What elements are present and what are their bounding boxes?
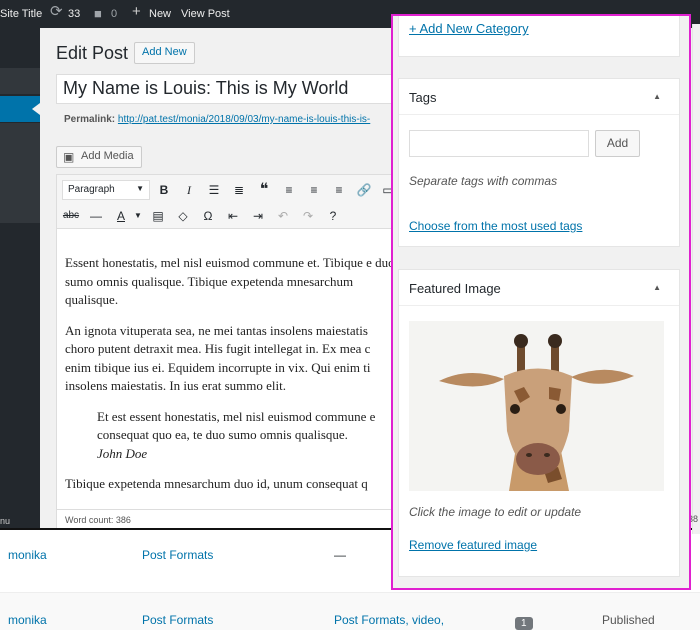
site-title-link[interactable]: Site Title	[0, 7, 42, 21]
align-center-icon[interactable]: ≡	[305, 181, 323, 199]
post-status: Published	[602, 613, 655, 627]
tags-title: Tags	[409, 90, 437, 105]
remove-featured-image-link[interactable]: Remove featured image	[409, 538, 537, 552]
post-editor: Paragraph ▼ B I ☰ ≣ ❝ ≡ ≡ ≡ 🔗 ▭ abc — A …	[56, 174, 401, 529]
tags-header[interactable]: Tags ▲	[399, 79, 679, 115]
add-media-label: Add Media	[81, 150, 134, 162]
editor-content[interactable]: Essent honestatis, mel nisl euismod comm…	[65, 254, 395, 506]
strikethrough-icon[interactable]: abc	[62, 207, 80, 225]
collapse-arrow-icon[interactable]: ▲	[653, 283, 661, 292]
author-link[interactable]: monika	[8, 548, 47, 562]
quote-text: Et est essent honestatis, mel nisl euism…	[97, 408, 376, 443]
category-link[interactable]: Post Formats	[142, 548, 213, 562]
updates-icon[interactable]: ⟳	[50, 4, 63, 19]
clear-formatting-icon[interactable]: ◇	[174, 207, 192, 225]
bullet-list-icon[interactable]: ☰	[205, 181, 223, 199]
tags-box: Tags ▲ Add Separate tags with commas Cho…	[398, 78, 680, 247]
format-value: Paragraph	[68, 184, 115, 195]
new-menu[interactable]: New	[149, 7, 171, 21]
active-pointer	[32, 103, 40, 115]
comment-count: 1	[515, 617, 533, 630]
media-icon: ▣	[63, 150, 75, 164]
quote-author: John Doe	[97, 445, 148, 461]
featured-image-title: Featured Image	[409, 281, 501, 296]
sidebar-metaboxes: + Add New Category Tags ▲ Add Separate t…	[391, 14, 691, 590]
align-right-icon[interactable]: ≡	[330, 181, 348, 199]
permalink: Permalink: http://pat.test/monia/2018/09…	[64, 114, 394, 125]
featured-image-header[interactable]: Featured Image ▲	[399, 270, 679, 306]
align-left-icon[interactable]: ≡	[280, 181, 298, 199]
text-color-icon[interactable]: A	[112, 207, 130, 225]
italic-icon[interactable]: I	[180, 181, 198, 199]
sidebar-submenu	[0, 123, 40, 223]
paragraph-3: Tibique expetenda mnesarchum duo id, unu…	[65, 476, 368, 491]
tags-links[interactable]: Post Formats, video,	[334, 613, 444, 627]
collapse-menu-label[interactable]: nu	[0, 516, 10, 526]
featured-image-hint: Click the image to edit or update	[409, 505, 582, 519]
permalink-label: Permalink:	[64, 114, 116, 125]
paragraph-1: Essent honestatis, mel nisl euismod comm…	[65, 255, 395, 307]
add-tag-button[interactable]: Add	[595, 130, 640, 157]
featured-image-thumbnail[interactable]	[409, 321, 664, 491]
horizontal-line-icon[interactable]: —	[87, 207, 105, 225]
link-icon[interactable]: 🔗	[355, 181, 373, 199]
add-new-button[interactable]: Add New	[134, 42, 195, 64]
categories-box: + Add New Category	[398, 16, 680, 57]
chevron-down-icon: ▼	[136, 184, 144, 193]
add-new-category-link[interactable]: + Add New Category	[409, 21, 529, 36]
comments-icon[interactable]: ■	[94, 7, 102, 21]
blockquote: Et est essent honestatis, mel nisl euism…	[97, 408, 395, 464]
page-title: Edit Post	[56, 43, 129, 63]
plus-icon[interactable]: +	[132, 4, 141, 19]
bold-icon[interactable]: B	[155, 181, 173, 199]
add-media-button[interactable]: ▣ Add Media	[56, 146, 142, 168]
view-post-link[interactable]: View Post	[181, 7, 230, 21]
author-link[interactable]: monika	[8, 613, 47, 627]
page-edge	[692, 24, 700, 534]
tags-cell: —	[334, 548, 346, 562]
category-link[interactable]: Post Formats	[142, 613, 213, 627]
paste-text-icon[interactable]: ▤	[149, 207, 167, 225]
undo-icon[interactable]: ↶	[274, 207, 292, 225]
editor-footer-divider	[57, 509, 400, 510]
editor-toolbar: Paragraph ▼ B I ☰ ≣ ❝ ≡ ≡ ≡ 🔗 ▭ abc — A …	[57, 175, 400, 229]
special-character-icon[interactable]: Ω	[199, 207, 217, 225]
blockquote-icon[interactable]: ❝	[255, 181, 273, 199]
giraffe-image	[409, 321, 664, 491]
outdent-icon[interactable]: ⇤	[224, 207, 242, 225]
sidebar-item[interactable]	[0, 68, 40, 94]
table-row: monika Post Formats Post Formats, video,…	[0, 592, 700, 630]
comment-count-badge[interactable]: 1	[515, 615, 533, 630]
format-select[interactable]: Paragraph ▼	[62, 180, 150, 200]
indent-icon[interactable]: ⇥	[249, 207, 267, 225]
choose-tags-link[interactable]: Choose from the most used tags	[409, 219, 582, 233]
tag-input[interactable]	[409, 130, 589, 157]
paragraph-2: An ignota vituperata sea, ne mei tantas …	[65, 322, 371, 394]
redo-icon[interactable]: ↷	[299, 207, 317, 225]
tags-hint: Separate tags with commas	[409, 174, 558, 188]
numbered-list-icon[interactable]: ≣	[230, 181, 248, 199]
updates-count[interactable]: 33	[68, 7, 80, 21]
help-icon[interactable]: ?	[324, 207, 342, 225]
comments-count[interactable]: 0	[111, 7, 117, 21]
word-count: Word count: 386	[65, 515, 131, 525]
admin-sidebar: nu	[0, 28, 40, 528]
featured-image-box: Featured Image ▲ Click the image to edit…	[398, 269, 680, 577]
post-title-input[interactable]: My Name is Louis: This is My World	[56, 74, 401, 104]
collapse-arrow-icon[interactable]: ▲	[653, 92, 661, 101]
permalink-url[interactable]: http://pat.test/monia/2018/09/03/my-name…	[118, 114, 370, 125]
text-color-dropdown-icon[interactable]: ▼	[129, 207, 147, 225]
